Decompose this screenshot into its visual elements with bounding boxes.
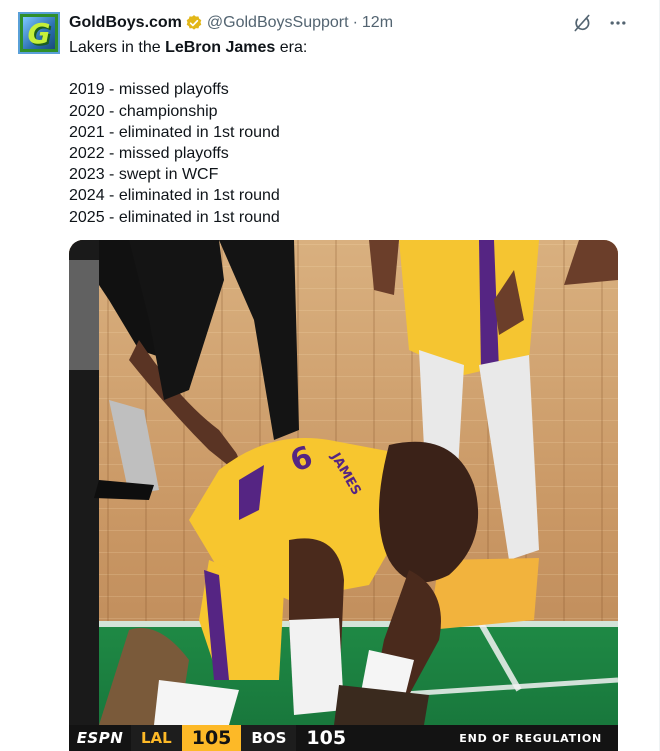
tweet-intro-line: Lakers in the LeBron James era: [69,39,308,56]
avatar[interactable]: G [18,12,60,54]
game-status: END OF REGULATION [459,731,602,745]
tweet-text: Lakers in the LeBron James era: 2019 - m… [69,37,629,228]
video-media[interactable]: 6 JAMES ESPN LAL 105 BOS 105 END OF REGU… [69,240,618,751]
player-sock [109,400,159,495]
mention-lebron: LeBron James [165,39,276,56]
season-line: 2025 - eliminated in 1st round [69,208,280,226]
handle[interactable]: @GoldBoysSupport [207,14,349,32]
verified-badge-icon[interactable] [185,14,203,32]
laker-leg-sleeve [479,355,539,560]
game-scene-illustration: 6 JAMES [69,240,618,725]
separator-dot: · [352,14,358,31]
court-line [388,677,618,698]
lebron-sock [154,680,239,725]
tweet-header: GoldBoys.com @GoldBoysSupport · 12m [69,12,393,34]
home-team: BOS 105 [241,725,357,751]
season-line: 2022 - missed playoffs [69,144,229,162]
grok-icon[interactable] [571,12,593,34]
display-name[interactable]: GoldBoys.com [69,14,182,32]
arm-sleeve [289,618,344,715]
season-line: 2024 - eliminated in 1st round [69,187,280,205]
network-logo: ESPN [76,729,124,747]
player-legs [219,240,299,440]
timestamp[interactable]: 12m [362,14,393,32]
season-line: 2020 - championship [69,102,218,120]
more-icon[interactable] [607,12,629,34]
season-line: 2023 - swept in WCF [69,166,219,184]
tweet[interactable]: G GoldBoys.com @GoldBoysSupport · 12m La… [0,0,660,751]
player-hand [564,240,618,285]
court-line [476,618,522,692]
avatar-logo-letter: G [27,16,51,50]
tweet-actions [571,12,629,34]
season-line: 2021 - eliminated in 1st round [69,123,280,141]
away-team-abbr: LAL [131,725,182,751]
home-team-abbr: BOS [241,725,297,751]
away-team-score: 105 [181,725,242,751]
home-team-score: 105 [296,725,357,751]
season-line: 2019 - missed playoffs [69,81,229,99]
away-team: LAL 105 [131,725,242,751]
laker-hand [369,240,399,295]
referee-shirt-stripe [69,260,99,370]
scoreboard: ESPN LAL 105 BOS 105 END OF REGULATION [69,725,618,751]
